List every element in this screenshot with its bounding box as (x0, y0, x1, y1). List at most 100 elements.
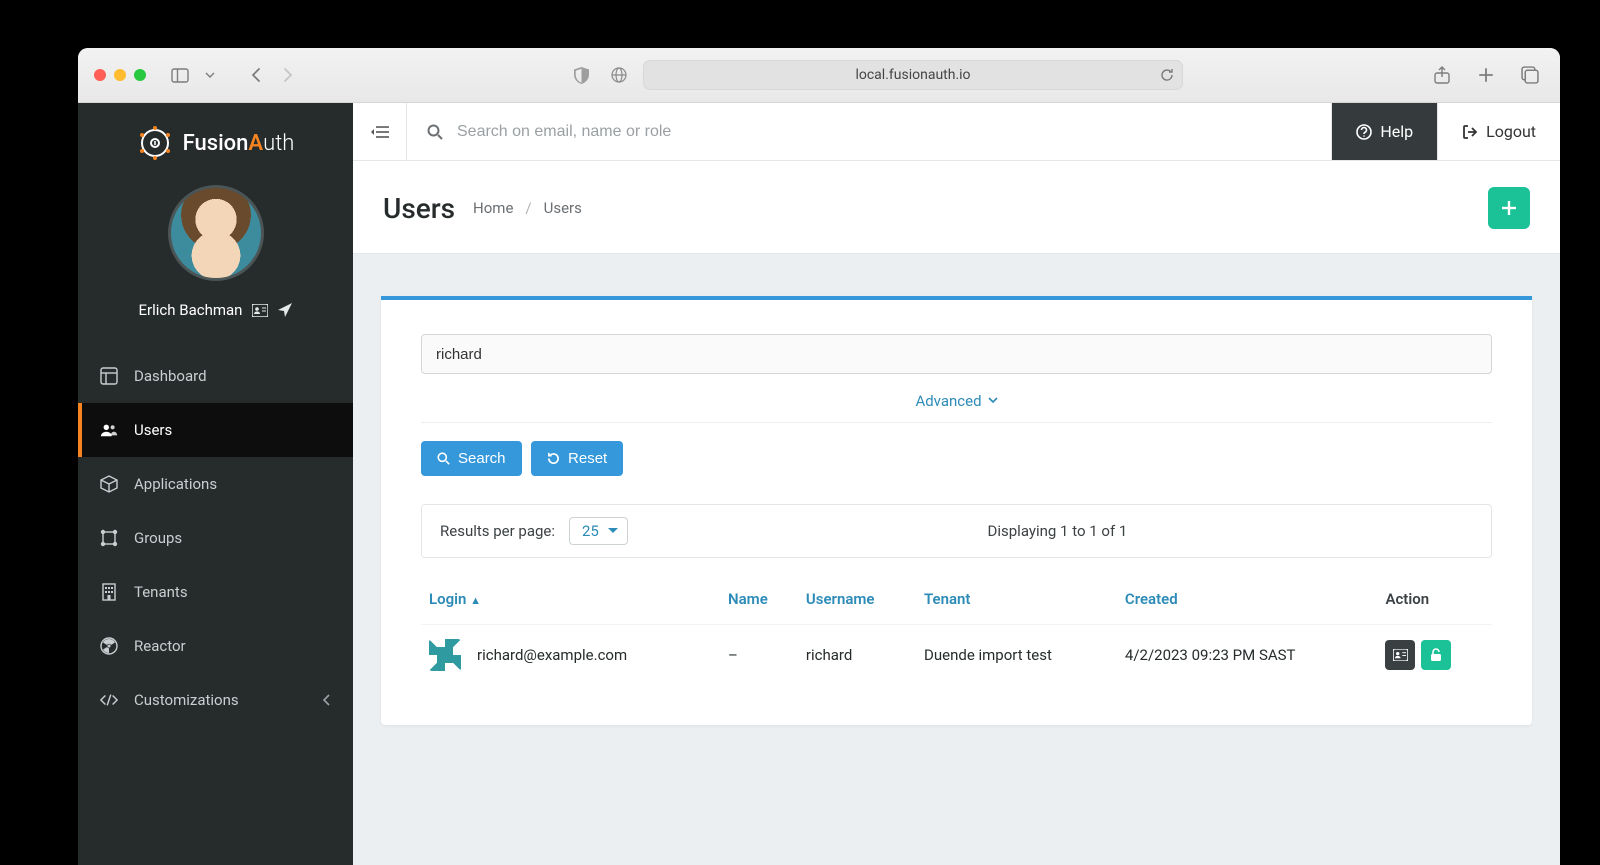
safari-sidebar-menu-icon[interactable] (196, 61, 224, 89)
logo-text-fusion: Fusion (183, 131, 249, 156)
logo-icon (137, 125, 173, 161)
dashboard-icon (100, 367, 118, 385)
nav-label: Groups (134, 529, 182, 547)
search-button-label: Search (458, 450, 506, 467)
sidebar: FusionAuth Erlich Bachman (78, 103, 353, 865)
id-card-icon[interactable] (252, 304, 268, 317)
nav-label: Tenants (134, 583, 188, 601)
code-icon (100, 691, 118, 709)
identicon (429, 639, 461, 671)
logo-text: FusionAuth (183, 131, 295, 156)
nav-label: Applications (134, 475, 217, 493)
main: Help Logout Users Home / Users (353, 103, 1560, 865)
logo[interactable]: FusionAuth (78, 103, 353, 179)
user-search-input[interactable] (421, 334, 1492, 374)
window-minimize-button[interactable] (114, 69, 126, 81)
address-bar[interactable]: local.fusionauth.io (643, 60, 1183, 90)
nav-item-applications: Applications (78, 457, 353, 511)
privacy-shield-icon[interactable] (567, 61, 595, 89)
view-user-button[interactable] (1385, 640, 1415, 670)
outdent-icon (371, 125, 389, 139)
nav-forward-button[interactable] (274, 61, 302, 89)
cube-icon (100, 475, 118, 493)
advanced-toggle[interactable]: Advanced (915, 392, 997, 410)
breadcrumb-current: Users (544, 199, 582, 217)
col-name[interactable]: Name (720, 580, 798, 625)
displaying-text: Displaying 1 to 1 of 1 (988, 522, 1128, 540)
col-username[interactable]: Username (798, 580, 916, 625)
nav-label: Users (134, 421, 172, 439)
safari-sidebar-icon[interactable] (166, 61, 194, 89)
page-header: Users Home / Users (353, 161, 1560, 254)
avatar[interactable] (168, 185, 264, 281)
breadcrumb-home[interactable]: Home (473, 199, 513, 217)
cell-name: – (720, 625, 798, 686)
nav-item-groups: Groups (78, 511, 353, 565)
page-size-select[interactable]: 25 (569, 517, 628, 545)
help-button[interactable]: Help (1331, 103, 1437, 160)
sort-asc-icon: ▲ (470, 594, 481, 607)
groups-icon (100, 529, 118, 547)
page-size-value: 25 (582, 522, 599, 540)
cell-login[interactable]: richard@example.com (477, 646, 627, 664)
logout-icon (1462, 124, 1478, 140)
top-search-input[interactable] (457, 123, 1311, 141)
nav-label: Customizations (134, 691, 239, 709)
chevron-left-icon (323, 694, 331, 706)
reset-button[interactable]: Reset (531, 441, 623, 476)
profile-name: Erlich Bachman (139, 301, 243, 319)
add-user-button[interactable] (1488, 187, 1530, 229)
col-tenant[interactable]: Tenant (916, 580, 1117, 625)
reload-icon[interactable] (1160, 68, 1174, 82)
unlock-user-button[interactable] (1421, 640, 1451, 670)
browser-window: local.fusionauth.io (78, 48, 1560, 865)
logo-text-a: A (248, 131, 263, 156)
site-settings-icon[interactable] (605, 61, 633, 89)
browser-toolbar: local.fusionauth.io (78, 48, 1560, 103)
pager-bar: Results per page: 25 Displaying 1 to 1 o… (421, 504, 1492, 558)
search-icon (437, 452, 450, 465)
topbar: Help Logout (353, 103, 1560, 161)
address-bar-text: local.fusionauth.io (855, 67, 970, 83)
tabs-overview-icon[interactable] (1516, 61, 1544, 89)
col-created[interactable]: Created (1117, 580, 1378, 625)
traffic-lights (94, 69, 146, 81)
nav-item-reactor: Reactor (78, 619, 353, 673)
results-per-page-label: Results per page: (440, 522, 555, 540)
search-button[interactable]: Search (421, 441, 522, 476)
nav-item-dashboard: Dashboard (78, 349, 353, 403)
window-maximize-button[interactable] (134, 69, 146, 81)
logout-label: Logout (1486, 122, 1536, 141)
row-actions (1385, 640, 1484, 670)
breadcrumb-sep: / (525, 199, 531, 217)
window-close-button[interactable] (94, 69, 106, 81)
help-label: Help (1380, 122, 1413, 141)
new-tab-icon[interactable] (1472, 61, 1500, 89)
col-login[interactable]: Login ▲ (421, 580, 720, 625)
undo-icon (547, 452, 560, 465)
nav-back-button[interactable] (242, 61, 270, 89)
app-frame: FusionAuth Erlich Bachman (78, 103, 1560, 865)
top-search (407, 123, 1331, 141)
chevron-down-icon (988, 397, 998, 405)
profile-block: Erlich Bachman (78, 179, 353, 341)
nav-item-users: Users (78, 403, 353, 457)
share-icon[interactable] (1428, 61, 1456, 89)
search-icon (427, 124, 443, 140)
sidebar-nav: Dashboard Users Applications Groups Tena… (78, 349, 353, 727)
location-arrow-icon[interactable] (278, 303, 292, 317)
help-icon (1356, 124, 1372, 140)
id-card-icon (1393, 649, 1408, 661)
reset-button-label: Reset (568, 450, 607, 467)
table-row: richard@example.com – richard Duende imp… (421, 625, 1492, 686)
col-action: Action (1377, 580, 1492, 625)
cell-username: richard (798, 625, 916, 686)
sidebar-collapse-button[interactable] (353, 103, 407, 160)
logo-text-uth: uth (263, 131, 294, 156)
page-title: Users (383, 192, 455, 225)
content: Advanced Search Reset (353, 254, 1560, 865)
logout-button[interactable]: Logout (1437, 103, 1560, 160)
nav-item-customizations: Customizations (78, 673, 353, 727)
building-icon (100, 583, 118, 601)
plus-icon (1502, 201, 1516, 215)
